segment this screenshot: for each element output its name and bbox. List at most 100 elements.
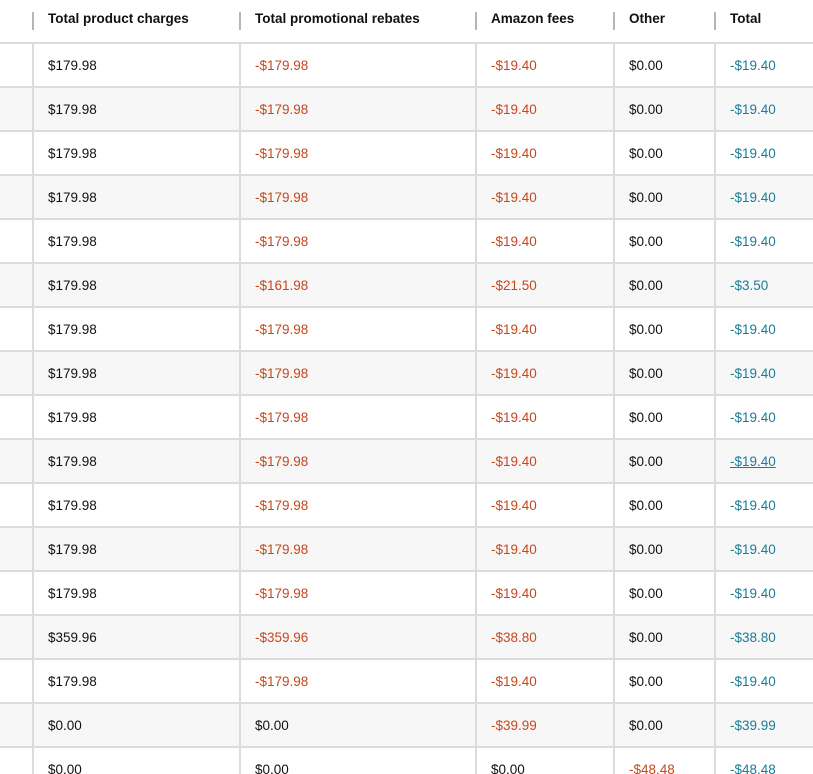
total-link[interactable]: -$19.40	[730, 454, 776, 469]
cell-total: -$19.40	[716, 176, 813, 218]
total-link[interactable]: -$19.40	[730, 146, 776, 161]
header-total-promotional-rebates[interactable]: Total promotional rebates	[241, 0, 475, 42]
cell-other: $0.00	[629, 277, 663, 293]
table-row: $179.98 -$179.98 -$19.40 $0.00 -$19.40	[0, 396, 813, 440]
cell-other: -$48.48	[629, 761, 675, 774]
cell-product-charges: $179.98	[48, 541, 97, 557]
cell-product-charges: $179.98	[48, 189, 97, 205]
table-row: $179.98 -$179.98 -$19.40 $0.00 -$19.40	[0, 132, 813, 176]
total-link[interactable]: -$19.40	[730, 674, 776, 689]
table-row: $179.98 -$179.98 -$19.40 $0.00 -$19.40	[0, 88, 813, 132]
cell-product-charges: $179.98	[48, 453, 97, 469]
table-row: $179.98 -$161.98 -$21.50 $0.00 -$3.50	[0, 264, 813, 308]
cell-amazon-fees: -$19.40	[491, 365, 537, 381]
total-link[interactable]: -$19.40	[730, 234, 776, 249]
total-link[interactable]: -$19.40	[730, 542, 776, 557]
table-row: $179.98 -$179.98 -$19.40 $0.00 -$19.40	[0, 176, 813, 220]
cell-amazon-fees: -$19.40	[491, 57, 537, 73]
cell-other: $0.00	[629, 629, 663, 645]
total-link[interactable]: -$38.80	[730, 630, 776, 645]
table-row: $179.98 -$179.98 -$19.40 $0.00 -$19.40	[0, 308, 813, 352]
cell-product-charges: $179.98	[48, 673, 97, 689]
total-link[interactable]: -$19.40	[730, 586, 776, 601]
cell-product-charges: $179.98	[48, 277, 97, 293]
cell-product-charges: $179.98	[48, 497, 97, 513]
cell-amazon-fees: -$21.50	[491, 277, 537, 293]
cell-other: $0.00	[629, 541, 663, 557]
cell-total: -$19.40	[716, 308, 813, 350]
table-row: $359.96 -$359.96 -$38.80 $0.00 -$38.80	[0, 616, 813, 660]
cell-product-charges: $179.98	[48, 145, 97, 161]
cell-product-charges: $179.98	[48, 101, 97, 117]
table-header-row: Total product charges Total promotional …	[0, 0, 813, 44]
cell-promotional-rebates: -$179.98	[255, 585, 309, 601]
header-total[interactable]: Total	[716, 0, 813, 42]
cell-total: -$19.40	[716, 528, 813, 570]
cell-total: -$19.40	[716, 220, 813, 262]
total-link[interactable]: -$19.40	[730, 322, 776, 337]
cell-total: -$3.50	[716, 264, 813, 306]
cell-product-charges: $179.98	[48, 321, 97, 337]
total-link[interactable]: -$48.48	[730, 762, 776, 774]
cell-other: $0.00	[629, 145, 663, 161]
cell-promotional-rebates: -$359.96	[255, 629, 309, 645]
total-link[interactable]: -$19.40	[730, 410, 776, 425]
cell-total: -$19.40	[716, 660, 813, 702]
cell-other: $0.00	[629, 189, 663, 205]
cell-amazon-fees: -$19.40	[491, 585, 537, 601]
table-row: $179.98 -$179.98 -$19.40 $0.00 -$19.40	[0, 572, 813, 616]
cell-total: -$19.40	[716, 440, 813, 482]
cell-amazon-fees: $0.00	[491, 761, 525, 774]
total-link[interactable]: -$3.50	[730, 278, 768, 293]
table-row: $0.00 $0.00 -$39.99 $0.00 -$39.99	[0, 704, 813, 748]
cell-amazon-fees: -$38.80	[491, 629, 537, 645]
total-link[interactable]: -$19.40	[730, 190, 776, 205]
total-link[interactable]: -$19.40	[730, 58, 776, 73]
cell-total: -$19.40	[716, 484, 813, 526]
header-total-product-charges[interactable]: Total product charges	[34, 0, 239, 42]
transactions-table: Total product charges Total promotional …	[0, 0, 813, 774]
total-link[interactable]: -$39.99	[730, 718, 776, 733]
cell-amazon-fees: -$19.40	[491, 321, 537, 337]
cell-promotional-rebates: -$179.98	[255, 145, 309, 161]
cell-product-charges: $0.00	[48, 717, 82, 733]
cell-total: -$19.40	[716, 132, 813, 174]
cell-amazon-fees: -$19.40	[491, 409, 537, 425]
cell-other: $0.00	[629, 365, 663, 381]
cell-other: $0.00	[629, 57, 663, 73]
cell-other: $0.00	[629, 673, 663, 689]
total-link[interactable]: -$19.40	[730, 366, 776, 381]
header-other[interactable]: Other	[615, 0, 714, 42]
table-row: $179.98 -$179.98 -$19.40 $0.00 -$19.40	[0, 660, 813, 704]
table-row: $179.98 -$179.98 -$19.40 $0.00 -$19.40	[0, 352, 813, 396]
total-link[interactable]: -$19.40	[730, 102, 776, 117]
header-amazon-fees[interactable]: Amazon fees	[477, 0, 613, 42]
table-row: $0.00 $0.00 $0.00 -$48.48 -$48.48	[0, 748, 813, 774]
cell-promotional-rebates: $0.00	[255, 761, 289, 774]
table-row: $179.98 -$179.98 -$19.40 $0.00 -$19.40	[0, 528, 813, 572]
cell-amazon-fees: -$19.40	[491, 541, 537, 557]
total-link[interactable]: -$19.40	[730, 498, 776, 513]
cell-total: -$19.40	[716, 88, 813, 130]
cell-other: $0.00	[629, 101, 663, 117]
cell-promotional-rebates: -$179.98	[255, 497, 309, 513]
cell-amazon-fees: -$19.40	[491, 189, 537, 205]
table-row: $179.98 -$179.98 -$19.40 $0.00 -$19.40	[0, 440, 813, 484]
cell-product-charges: $179.98	[48, 365, 97, 381]
cell-other: $0.00	[629, 585, 663, 601]
cell-amazon-fees: -$19.40	[491, 453, 537, 469]
cell-promotional-rebates: -$179.98	[255, 365, 309, 381]
cell-amazon-fees: -$19.40	[491, 673, 537, 689]
cell-promotional-rebates: -$179.98	[255, 101, 309, 117]
cell-other: $0.00	[629, 453, 663, 469]
cell-total: -$19.40	[716, 396, 813, 438]
cell-product-charges: $359.96	[48, 629, 97, 645]
cell-other: $0.00	[629, 409, 663, 425]
cell-promotional-rebates: -$179.98	[255, 189, 309, 205]
cell-promotional-rebates: -$179.98	[255, 453, 309, 469]
cell-amazon-fees: -$19.40	[491, 101, 537, 117]
cell-total: -$19.40	[716, 352, 813, 394]
cell-promotional-rebates: -$179.98	[255, 233, 309, 249]
cell-promotional-rebates: -$179.98	[255, 673, 309, 689]
cell-other: $0.00	[629, 321, 663, 337]
